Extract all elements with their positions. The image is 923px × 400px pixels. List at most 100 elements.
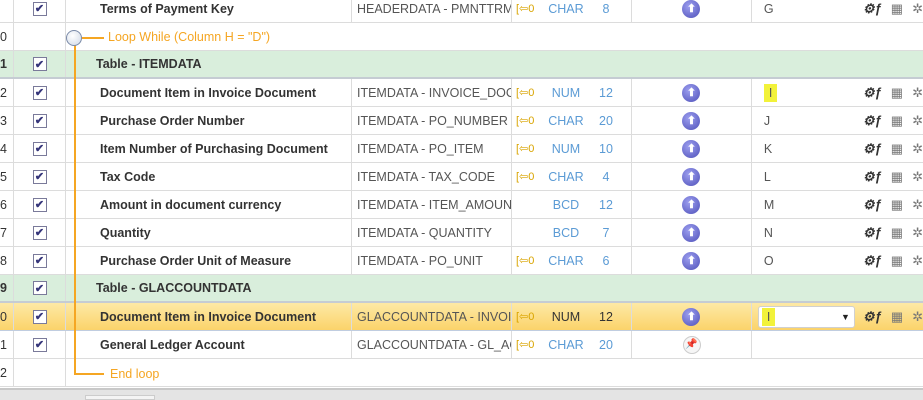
row-checkbox[interactable]: ✔ — [32, 281, 47, 295]
upload-arrow-icon[interactable]: ⬆ — [682, 139, 701, 158]
formula-icon[interactable]: ⚙ƒ — [863, 1, 882, 17]
upload-arrow-icon[interactable]: ⬆ — [682, 251, 701, 270]
formula-icon[interactable]: ⚙ƒ — [863, 169, 882, 185]
table-row-header[interactable]: 1 ✔ Table - ITEMDATA — [0, 51, 923, 79]
type-cell: BCD 7 — [512, 219, 632, 246]
row-checkbox[interactable]: ✔ — [32, 197, 47, 212]
field-technical-name: ITEMDATA - INVOICE_DOC_... — [352, 79, 512, 106]
checkbox-cell: ✔ — [14, 247, 66, 274]
row-number: 0 — [0, 303, 14, 330]
upload-arrow-icon[interactable]: ⬆ — [682, 167, 701, 186]
row-checkbox[interactable]: ✔ — [32, 253, 47, 268]
numbering-icon[interactable]: ▦ — [891, 169, 903, 185]
row-checkbox[interactable]: ✔ — [32, 337, 47, 352]
upload-arrow-icon[interactable]: ⬆ — [682, 307, 701, 326]
settings-icon[interactable]: ✲ — [912, 253, 923, 269]
formula-icon[interactable]: ⚙ƒ — [863, 141, 882, 157]
data-type: CHAR — [548, 253, 584, 268]
formula-icon[interactable]: ⚙ƒ — [863, 197, 882, 213]
settings-icon[interactable]: ✲ — [912, 197, 923, 213]
upload-arrow-icon[interactable]: ⬆ — [682, 0, 701, 18]
table-row[interactable]: ✔ Terms of Payment Key HEADERDATA - PMNTTR… — [0, 0, 923, 23]
row-checkbox[interactable]: ✔ — [32, 141, 47, 156]
table-row[interactable]: 8 ✔ Purchase Order Unit of Measure ITEMDATA… — [0, 247, 923, 275]
actions: ⚙ƒ ▦ ✲ — [855, 219, 923, 246]
formula-icon[interactable]: ⚙ƒ — [863, 253, 882, 269]
row-checkbox[interactable]: ✔ — [32, 169, 47, 184]
settings-icon[interactable]: ✲ — [912, 309, 923, 325]
field-technical-name: ITEMDATA - PO_ITEM — [352, 135, 512, 162]
excel-column-cell[interactable]: J — [752, 107, 855, 134]
formula-icon[interactable]: ⚙ƒ — [863, 113, 882, 129]
row-checkbox[interactable]: ✔ — [32, 1, 47, 16]
row-number: 0 — [0, 23, 14, 50]
settings-icon[interactable]: ✲ — [912, 169, 923, 185]
row-number: 3 — [0, 107, 14, 134]
formula-icon[interactable]: ⚙ƒ — [863, 309, 882, 325]
formula-icon[interactable]: ⚙ƒ — [863, 85, 882, 101]
excel-column-cell[interactable]: O — [752, 247, 855, 274]
table-row[interactable]: 6 ✔ Amount in document currency ITEMDATA - … — [0, 191, 923, 219]
field-technical-name: HEADERDATA - PMNTTRMS — [352, 0, 512, 22]
row-checkbox[interactable]: ✔ — [32, 113, 47, 128]
upload-arrow-icon[interactable]: ⬆ — [682, 223, 701, 242]
excel-column-cell[interactable]: N — [752, 219, 855, 246]
settings-icon[interactable]: ✲ — [912, 141, 923, 157]
row-checkbox[interactable]: ✔ — [32, 225, 47, 240]
data-length: 12 — [599, 309, 613, 324]
column-dropdown[interactable]: I ▼ — [757, 305, 855, 328]
checkbox-cell — [14, 359, 66, 386]
excel-column-cell[interactable]: G — [752, 0, 855, 22]
numbering-icon[interactable]: ▦ — [891, 141, 903, 157]
settings-icon[interactable]: ✲ — [912, 225, 923, 241]
sheet-tab[interactable] — [85, 395, 155, 400]
row-checkbox[interactable]: ✔ — [32, 57, 47, 71]
field-technical-name: GLACCOUNTDATA - INVOI... — [352, 303, 512, 330]
table-row[interactable]: 1 ✔ General Ledger Account GLACCOUNTDATA - … — [0, 331, 923, 359]
table-row-header[interactable]: 9 ✔ Table - GLACCOUNTDATA — [0, 275, 923, 303]
row-number: 2 — [0, 79, 14, 106]
loop-handle[interactable] — [66, 30, 82, 46]
numbering-icon[interactable]: ▦ — [891, 309, 903, 325]
excel-column-cell[interactable]: I ▼ — [752, 303, 855, 330]
type-cell: [⇦0 NUM 12 — [512, 79, 632, 106]
data-length: 7 — [602, 225, 610, 240]
settings-icon[interactable]: ✲ — [912, 85, 923, 101]
excel-column-cell[interactable]: L — [752, 163, 855, 190]
upload-arrow-icon[interactable]: ⬆ — [682, 195, 701, 214]
table-row[interactable]: 7 ✔ Quantity ITEMDATA - QUANTITY BCD 7 ⬆ N ⚙ƒ ▦ ✲ — [0, 219, 923, 247]
upload-arrow-icon[interactable]: ⬆ — [682, 111, 701, 130]
input-arrow-icon: [⇦0 — [515, 143, 535, 155]
excel-column-cell[interactable]: K — [752, 135, 855, 162]
numbering-icon[interactable]: ▦ — [891, 197, 903, 213]
table-row[interactable]: 2 ✔ Document Item in Invoice Document ITEMD… — [0, 79, 923, 107]
table-row[interactable]: 0 ✔ Document Item in Invoice Document GLACC… — [0, 303, 923, 331]
data-type: CHAR — [548, 337, 584, 352]
table-row[interactable]: 3 ✔ Purchase Order Number ITEMDATA - PO_NUM… — [0, 107, 923, 135]
data-length: 8 — [602, 1, 610, 16]
excel-column-cell[interactable] — [752, 331, 855, 358]
field-description: Quantity — [66, 219, 352, 246]
pin-icon[interactable]: 📌 — [682, 335, 701, 354]
numbering-icon[interactable]: ▦ — [891, 1, 903, 17]
table-row[interactable]: 4 ✔ Item Number of Purchasing Document ITEM… — [0, 135, 923, 163]
upload-arrow-icon[interactable]: ⬆ — [682, 83, 701, 102]
numbering-icon[interactable]: ▦ — [891, 225, 903, 241]
loop-end-label[interactable]: End loop — [110, 367, 159, 381]
loop-start-label[interactable]: Loop While (Column H = "D") — [108, 30, 270, 44]
excel-column-cell[interactable]: I — [752, 79, 855, 106]
data-type: CHAR — [548, 169, 584, 184]
settings-icon[interactable]: ✲ — [912, 1, 923, 17]
row-checkbox[interactable]: ✔ — [32, 309, 47, 324]
formula-icon[interactable]: ⚙ƒ — [863, 225, 882, 241]
excel-column-cell[interactable]: M — [752, 191, 855, 218]
table-row[interactable]: 5 ✔ Tax Code ITEMDATA - TAX_CODE [⇦0 CHAR 4 ⬆ L ⚙… — [0, 163, 923, 191]
numbering-icon[interactable]: ▦ — [891, 113, 903, 129]
input-arrow-icon: [⇦0 — [516, 339, 535, 351]
settings-icon[interactable]: ✲ — [912, 113, 923, 129]
numbering-icon[interactable]: ▦ — [891, 253, 903, 269]
row-number — [0, 0, 14, 22]
row-checkbox[interactable]: ✔ — [32, 85, 47, 100]
numbering-icon[interactable]: ▦ — [891, 85, 903, 101]
direction-cell: ⬆ — [632, 247, 752, 274]
